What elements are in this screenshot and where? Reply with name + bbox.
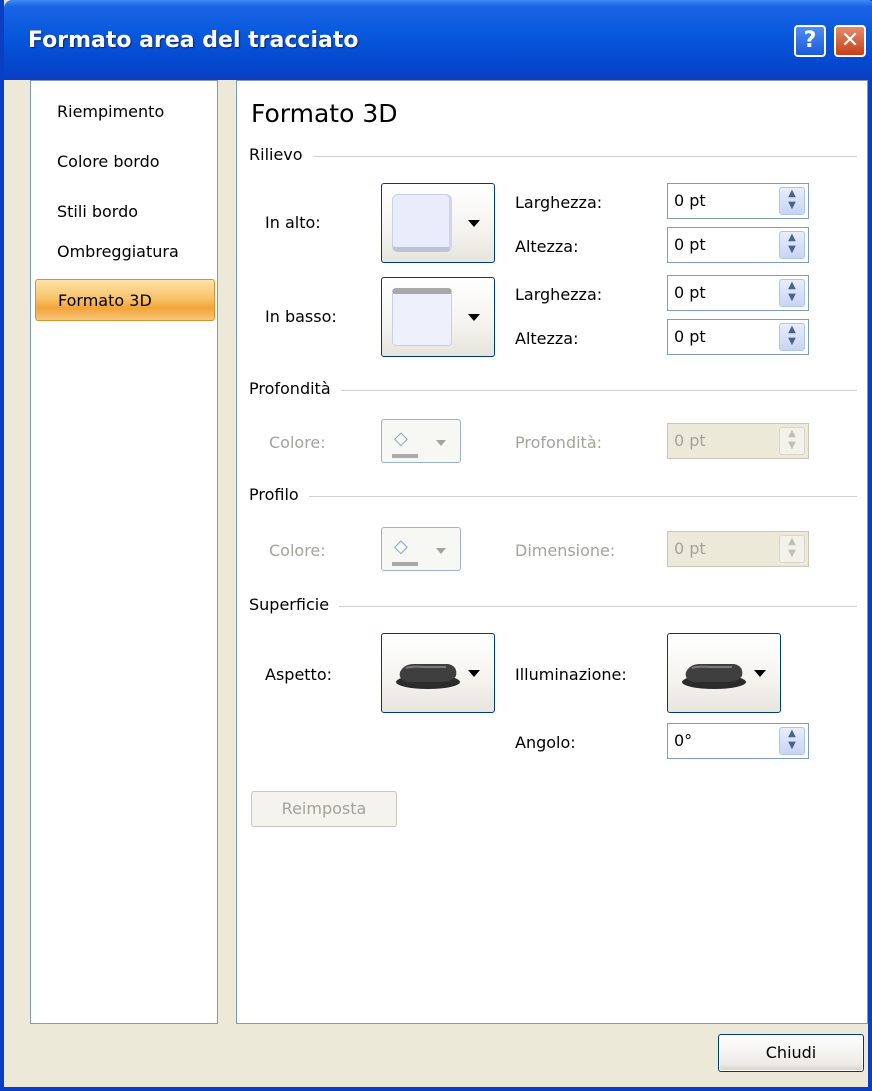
bottom-height-label: Altezza: bbox=[515, 329, 579, 348]
angle-label: Angolo: bbox=[515, 733, 576, 752]
spin-arrows-icon[interactable]: ▲ ▼ bbox=[779, 323, 805, 351]
angle-value: 0° bbox=[674, 731, 693, 750]
format-3d-panel: Formato 3D Rilievo In alto: Larghezza: 0… bbox=[236, 80, 868, 1024]
bevel-top-icon bbox=[392, 194, 452, 252]
section-superficie: Superficie bbox=[249, 595, 857, 619]
reset-button[interactable]: Reimposta bbox=[251, 791, 397, 827]
paint-bucket-icon: ◇ bbox=[394, 536, 408, 557]
section-rilievo: Rilievo bbox=[249, 145, 857, 169]
depth-color-label: Colore: bbox=[269, 433, 326, 452]
lighting-icon bbox=[682, 664, 746, 689]
page-title: Formato 3D bbox=[251, 99, 398, 128]
top-height-stepper[interactable]: 0 pt ▲ ▼ bbox=[667, 227, 809, 263]
contour-size-value: 0 pt bbox=[674, 539, 706, 558]
top-width-label: Larghezza: bbox=[515, 193, 603, 212]
dialog-window: Formato area del tracciato ? ✕ Riempimen… bbox=[0, 0, 872, 1091]
bottom-height-stepper[interactable]: 0 pt ▲ ▼ bbox=[667, 319, 809, 355]
dropdown-arrow-icon bbox=[436, 548, 446, 554]
material-icon bbox=[396, 664, 460, 689]
top-height-value: 0 pt bbox=[674, 235, 706, 254]
bottom-height-value: 0 pt bbox=[674, 327, 706, 346]
paint-bucket-icon: ◇ bbox=[394, 428, 408, 449]
title-bar[interactable]: Formato area del tracciato ? ✕ bbox=[4, 0, 872, 80]
top-width-value: 0 pt bbox=[674, 191, 706, 210]
bottom-width-stepper[interactable]: 0 pt ▲ ▼ bbox=[667, 275, 809, 311]
dropdown-arrow-icon bbox=[754, 670, 766, 677]
section-label: Profondità bbox=[249, 379, 341, 398]
spin-arrows-icon[interactable]: ▲ ▼ bbox=[779, 427, 805, 455]
help-icon: ? bbox=[803, 28, 817, 53]
close-button[interactable]: Chiudi bbox=[718, 1034, 864, 1072]
bevel-bottom-icon bbox=[392, 288, 452, 346]
nav-item-riempimento[interactable]: Riempimento bbox=[35, 91, 215, 133]
category-list: Riempimento Colore bordo Stili bordo Omb… bbox=[30, 80, 218, 1024]
nav-item-colore-bordo[interactable]: Colore bordo bbox=[35, 141, 215, 183]
top-width-stepper[interactable]: 0 pt ▲ ▼ bbox=[667, 183, 809, 219]
bevel-bottom-gallery[interactable] bbox=[381, 277, 495, 357]
spin-arrows-icon[interactable]: ▲ ▼ bbox=[779, 279, 805, 307]
close-icon: ✕ bbox=[840, 28, 860, 53]
nav-item-ombreggiatura[interactable]: Ombreggiatura bbox=[35, 231, 215, 273]
section-label: Rilievo bbox=[249, 145, 313, 164]
help-button[interactable]: ? bbox=[794, 25, 826, 57]
lighting-gallery[interactable] bbox=[667, 633, 781, 713]
dropdown-arrow-icon bbox=[436, 440, 446, 446]
section-label: Profilo bbox=[249, 485, 309, 504]
spin-arrows-icon[interactable]: ▲ ▼ bbox=[779, 231, 805, 259]
spin-arrows-icon[interactable]: ▲ ▼ bbox=[779, 535, 805, 563]
appearance-label: Aspetto: bbox=[265, 665, 333, 684]
spin-arrows-icon[interactable]: ▲ ▼ bbox=[779, 727, 805, 755]
material-gallery[interactable] bbox=[381, 633, 495, 713]
dropdown-arrow-icon bbox=[468, 220, 480, 227]
nav-item-stili-bordo[interactable]: Stili bordo bbox=[35, 191, 215, 233]
dialog-title: Formato area del tracciato bbox=[28, 28, 359, 53]
bevel-top-label: In alto: bbox=[265, 213, 321, 232]
contour-color-button[interactable]: ◇ bbox=[381, 527, 461, 571]
close-window-button[interactable]: ✕ bbox=[834, 25, 866, 57]
top-height-label: Altezza: bbox=[515, 237, 579, 256]
dropdown-arrow-icon bbox=[468, 670, 480, 677]
spin-arrows-icon[interactable]: ▲ ▼ bbox=[779, 187, 805, 215]
section-profondita: Profondità bbox=[249, 379, 857, 403]
depth-stepper[interactable]: 0 pt ▲ ▼ bbox=[667, 423, 809, 459]
dropdown-arrow-icon bbox=[468, 314, 480, 321]
bottom-width-value: 0 pt bbox=[674, 283, 706, 302]
angle-stepper[interactable]: 0° ▲ ▼ bbox=[667, 723, 809, 759]
bevel-top-gallery[interactable] bbox=[381, 183, 495, 263]
bottom-width-label: Larghezza: bbox=[515, 285, 603, 304]
contour-size-stepper[interactable]: 0 pt ▲ ▼ bbox=[667, 531, 809, 567]
lighting-label: Illuminazione: bbox=[515, 665, 627, 684]
contour-color-label: Colore: bbox=[269, 541, 326, 560]
bevel-bottom-label: In basso: bbox=[265, 307, 337, 326]
depth-color-button[interactable]: ◇ bbox=[381, 419, 461, 463]
depth-label: Profondità: bbox=[515, 433, 603, 452]
section-profilo: Profilo bbox=[249, 485, 857, 509]
section-label: Superficie bbox=[249, 595, 340, 614]
nav-item-formato-3d[interactable]: Formato 3D bbox=[35, 279, 215, 321]
depth-value: 0 pt bbox=[674, 431, 706, 450]
contour-size-label: Dimensione: bbox=[515, 541, 616, 560]
